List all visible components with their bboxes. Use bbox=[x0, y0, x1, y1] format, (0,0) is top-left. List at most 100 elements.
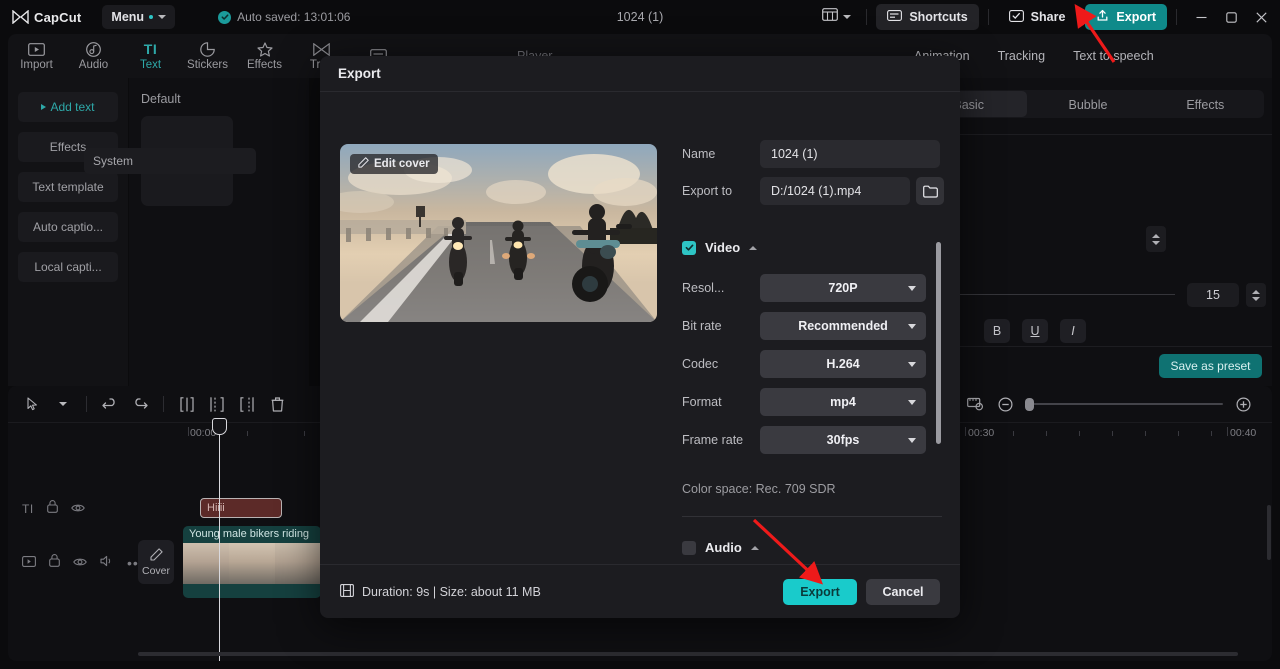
tab-label: Audio bbox=[78, 59, 109, 71]
sidebar-item-local-captions[interactable]: Local capti... bbox=[18, 252, 118, 282]
export-dialog-footer: Duration: 9s | Size: about 11 MB Export … bbox=[320, 564, 960, 618]
cover-button[interactable]: Cover bbox=[138, 540, 174, 584]
codec-label: Codec bbox=[682, 357, 719, 371]
browse-folder-button[interactable] bbox=[916, 177, 944, 205]
text-template-panel: Default Default text bbox=[129, 78, 309, 386]
select-tool-icon[interactable] bbox=[18, 391, 48, 417]
chevron-up-icon[interactable] bbox=[749, 245, 758, 250]
name-input[interactable]: 1024 (1) bbox=[760, 140, 940, 168]
zoom-in-icon[interactable] bbox=[1228, 391, 1258, 417]
audio-checkbox[interactable] bbox=[682, 540, 696, 555]
video-checkbox[interactable] bbox=[682, 240, 696, 255]
divider bbox=[163, 396, 164, 412]
audio-section-label: Audio bbox=[705, 540, 742, 555]
bitrate-select[interactable]: Recommended bbox=[760, 312, 926, 340]
export-path-input[interactable]: D:/1024 (1).mp4 bbox=[760, 177, 910, 205]
tab-import[interactable]: Import bbox=[8, 34, 65, 78]
maximize-button[interactable] bbox=[1216, 1, 1246, 33]
playhead-handle[interactable] bbox=[212, 418, 227, 435]
bitrate-label: Bit rate bbox=[682, 319, 722, 333]
sidebar-item-auto-captions[interactable]: Auto captio... bbox=[18, 212, 118, 242]
ruler-tick bbox=[1112, 431, 1113, 436]
tab-effects[interactable]: Effects bbox=[236, 34, 293, 78]
video-section-label: Video bbox=[705, 240, 741, 255]
tab-text[interactable]: TI Text bbox=[122, 34, 179, 78]
fit-icon[interactable] bbox=[960, 391, 990, 417]
split-icon[interactable] bbox=[172, 391, 202, 417]
font-size-input[interactable]: 15 bbox=[1187, 283, 1239, 307]
font-size-stepper[interactable] bbox=[1246, 283, 1266, 307]
tab-text-to-speech[interactable]: Text to speech bbox=[1059, 40, 1168, 72]
share-button[interactable]: Share bbox=[998, 4, 1077, 30]
ruler-label: 00:40 bbox=[1230, 427, 1257, 439]
effects-icon bbox=[256, 41, 273, 57]
tab-audio[interactable]: Audio bbox=[65, 34, 122, 78]
chevron-down-icon bbox=[843, 15, 852, 19]
format-value: mp4 bbox=[830, 395, 856, 409]
sidebar-item-add-text[interactable]: Add text bbox=[18, 92, 118, 122]
tab-label: Effects bbox=[247, 59, 282, 71]
caret-up-icon bbox=[1152, 233, 1160, 238]
text-clip[interactable]: Hiiii bbox=[200, 498, 282, 518]
format-select[interactable]: mp4 bbox=[760, 388, 926, 416]
codec-select[interactable]: H.264 bbox=[760, 350, 926, 378]
export-dialog: Export Edit cover Name 1024 (1) Export t… bbox=[320, 56, 960, 618]
framerate-select[interactable]: 30fps bbox=[760, 426, 926, 454]
ruler-tick bbox=[1046, 431, 1047, 436]
select-dropdown-icon[interactable] bbox=[48, 391, 78, 417]
video-clip[interactable]: Young male bikers riding bbox=[183, 526, 321, 598]
zoom-slider-handle[interactable] bbox=[1025, 398, 1034, 411]
underline-button[interactable]: U bbox=[1022, 319, 1048, 343]
menu-label: Menu bbox=[111, 10, 145, 24]
export-to-label: Export to bbox=[682, 184, 733, 198]
cover-preview[interactable]: Edit cover bbox=[340, 144, 657, 322]
segment-effects[interactable]: Effects bbox=[1147, 91, 1264, 117]
eye-icon[interactable] bbox=[73, 554, 87, 572]
titlebar-actions: Shortcuts Share Export bbox=[816, 1, 1280, 33]
shortcuts-button[interactable]: Shortcuts bbox=[876, 4, 979, 30]
sidebar-item-text-template[interactable]: Text template bbox=[18, 172, 118, 202]
zoom-slider[interactable] bbox=[1025, 398, 1223, 411]
title-bar: CapCut Menu Auto saved: 13:01:06 1024 (1… bbox=[0, 0, 1280, 34]
italic-button[interactable]: I bbox=[1060, 319, 1086, 343]
tab-stickers[interactable]: Stickers bbox=[179, 34, 236, 78]
codec-row: Codec H.264 bbox=[682, 350, 926, 378]
resolution-select[interactable]: 720P bbox=[760, 274, 926, 302]
close-button[interactable] bbox=[1246, 1, 1276, 33]
save-as-preset-button[interactable]: Save as preset bbox=[1159, 354, 1262, 378]
zoom-out-icon[interactable] bbox=[990, 391, 1020, 417]
font-select[interactable]: System bbox=[84, 148, 256, 174]
eye-icon[interactable] bbox=[70, 500, 85, 518]
chevron-up-icon[interactable] bbox=[750, 545, 759, 550]
size-slider-track[interactable] bbox=[950, 294, 1175, 295]
redo-icon[interactable] bbox=[125, 391, 155, 417]
lock-icon[interactable] bbox=[46, 500, 58, 518]
menu-button[interactable]: Menu bbox=[102, 5, 176, 29]
volume-icon[interactable] bbox=[100, 554, 114, 572]
name-label: Name bbox=[682, 147, 716, 161]
tab-tracking[interactable]: Tracking bbox=[984, 40, 1059, 72]
export-button[interactable]: Export bbox=[1085, 4, 1167, 30]
ruler-tick bbox=[1178, 431, 1179, 436]
dialog-cancel-button[interactable]: Cancel bbox=[866, 578, 940, 605]
segment-bubble[interactable]: Bubble bbox=[1029, 91, 1146, 117]
bold-button[interactable]: B bbox=[984, 319, 1010, 343]
divider bbox=[1176, 9, 1177, 25]
edit-cover-button[interactable]: Edit cover bbox=[350, 154, 438, 174]
divider bbox=[86, 396, 87, 412]
resolution-row: Resol... 720P bbox=[682, 274, 926, 302]
font-stepper[interactable] bbox=[1146, 226, 1166, 252]
timeline-vertical-scrollbar[interactable] bbox=[1267, 505, 1271, 560]
chevron-down-icon bbox=[59, 402, 67, 406]
settings-scrollbar[interactable] bbox=[936, 242, 941, 444]
dialog-export-button[interactable]: Export bbox=[783, 578, 857, 605]
lock-icon[interactable] bbox=[49, 554, 60, 572]
trim-left-icon[interactable] bbox=[202, 391, 232, 417]
delete-icon[interactable] bbox=[262, 391, 292, 417]
minimize-button[interactable] bbox=[1186, 1, 1216, 33]
layout-button[interactable] bbox=[816, 4, 857, 30]
timeline-horizontal-scrollbar[interactable] bbox=[138, 652, 1238, 656]
undo-icon[interactable] bbox=[95, 391, 125, 417]
trim-right-icon[interactable] bbox=[232, 391, 262, 417]
ruler-tick bbox=[1079, 431, 1080, 436]
